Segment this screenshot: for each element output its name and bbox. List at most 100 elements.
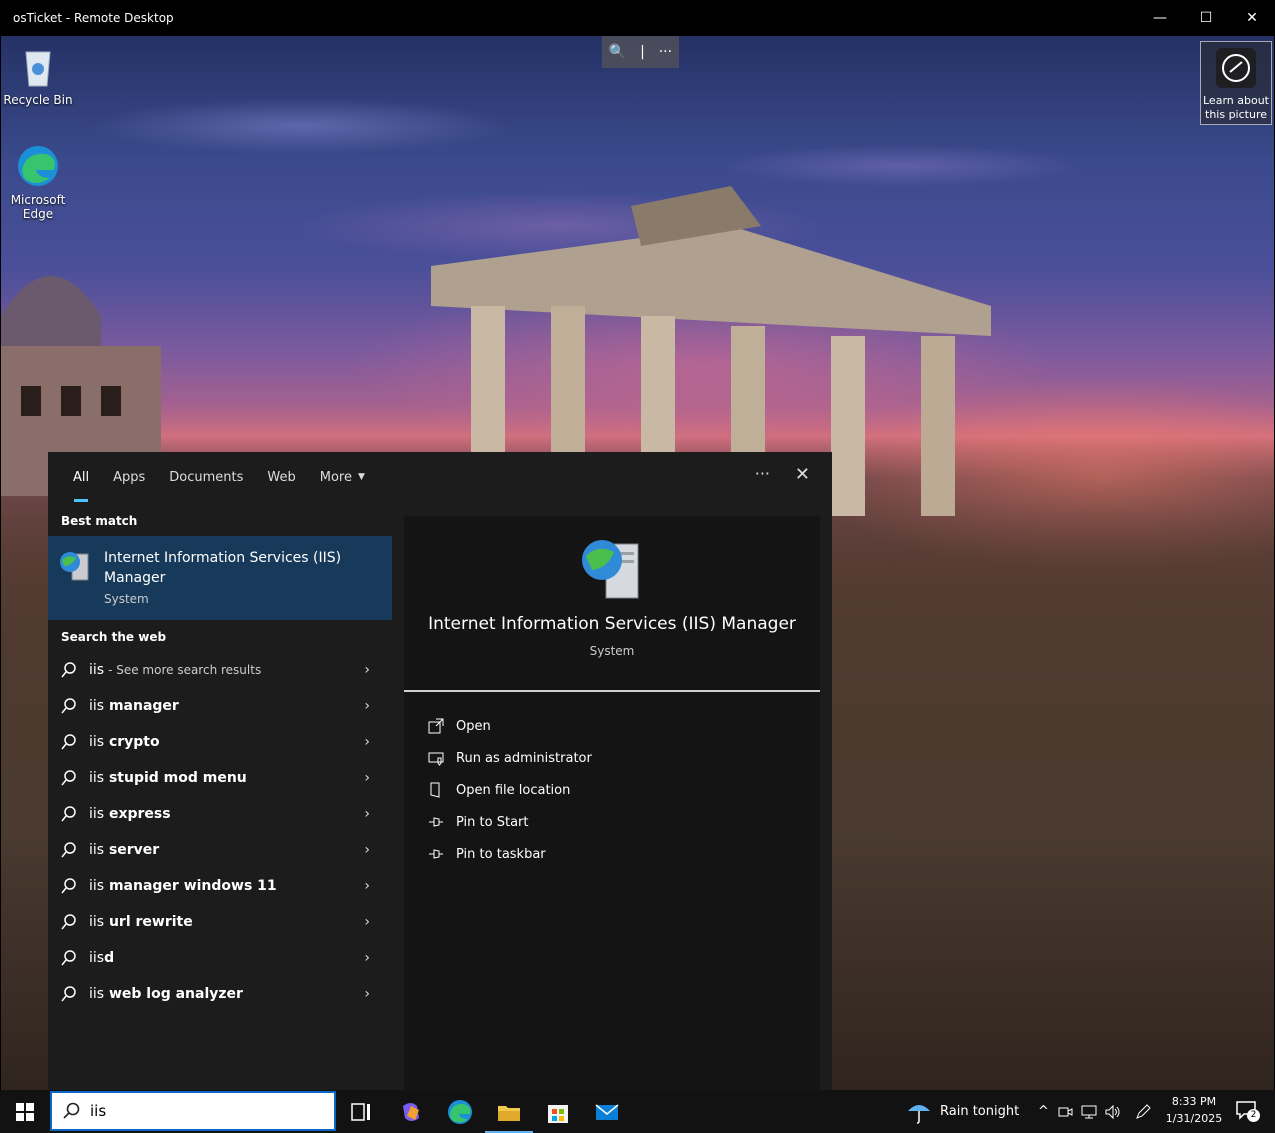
web-suggestion[interactable]: iis - See more search results › — [48, 652, 392, 688]
notification-count: 2 — [1247, 1109, 1260, 1122]
web-suggestion[interactable]: iis server › — [48, 832, 392, 868]
learn-about-picture[interactable]: Learn about this picture — [1200, 41, 1272, 125]
taskbar: Rain tonight ^ 8:33 PM 1/31/2025 2 — [0, 1090, 1275, 1133]
suggestion-query: iis express — [89, 806, 171, 822]
action-open[interactable]: Open — [404, 710, 820, 742]
chevron-right-icon: › — [364, 950, 370, 966]
results-column: Best match Internet Information Services… — [48, 502, 393, 1090]
web-suggestion[interactable]: iis crypto › — [48, 724, 392, 760]
edge-label: Microsoft Edge — [10, 193, 66, 221]
pin-icon — [429, 817, 443, 827]
suggestion-extra: - See more search results — [108, 663, 262, 677]
web-suggestion[interactable]: iis express › — [48, 796, 392, 832]
tab-apps[interactable]: Apps — [101, 452, 157, 502]
search-icon — [61, 986, 76, 1002]
meet-now-icon[interactable] — [1057, 1104, 1073, 1120]
clock[interactable]: 8:33 PM 1/31/2025 — [1162, 1093, 1226, 1127]
web-suggestion[interactable]: iis manager › — [48, 688, 392, 724]
clock-date: 1/31/2025 — [1165, 1112, 1223, 1125]
minimize-button[interactable]: — — [1137, 0, 1183, 36]
best-match-label: Best match — [61, 514, 138, 528]
start-button[interactable] — [0, 1090, 50, 1133]
folder-icon — [498, 1106, 520, 1121]
search-icon — [61, 806, 76, 822]
suggestion-query: iis manager — [89, 698, 179, 714]
notification-center-button[interactable]: 2 — [1236, 1100, 1260, 1122]
maximize-button[interactable]: ☐ — [1183, 0, 1229, 36]
suggestion-query: iis — [89, 662, 105, 678]
task-view-icon[interactable] — [347, 1098, 375, 1126]
suggestion-query: iis server — [89, 842, 160, 858]
system-tray: ^ — [1038, 1090, 1151, 1133]
network-icon[interactable] — [1081, 1104, 1097, 1120]
pen-icon[interactable] — [1135, 1103, 1151, 1120]
edge-icon — [18, 146, 58, 186]
file-explorer-button[interactable] — [485, 1098, 533, 1133]
action-open-file-location[interactable]: Open file location — [404, 774, 820, 806]
search-icon — [61, 914, 76, 930]
close-button[interactable]: ✕ — [1229, 0, 1275, 36]
web-suggestion[interactable]: iisd › — [48, 940, 392, 976]
search-icon — [61, 878, 76, 894]
chevron-right-icon: › — [364, 986, 370, 1002]
recycle-bin-label: Recycle Bin — [3, 93, 73, 107]
chevron-right-icon: › — [364, 698, 370, 714]
preview-pane: Internet Information Services (IIS) Mana… — [404, 516, 820, 1090]
weather-widget[interactable]: Rain tonight — [906, 1090, 1019, 1133]
action-pin-to-start[interactable]: Pin to Start — [404, 806, 820, 838]
window-title: osTicket - Remote Desktop — [13, 11, 174, 25]
recycle-bin-shortcut[interactable]: Recycle Bin — [1, 44, 75, 107]
zoom-icon[interactable]: 🔍 — [609, 44, 626, 60]
more-options-icon[interactable]: ··· — [659, 44, 672, 60]
tab-all[interactable]: All — [61, 452, 101, 502]
copilot-icon[interactable] — [397, 1098, 425, 1126]
umbrella-icon — [908, 1104, 930, 1124]
tab-more[interactable]: More ▼ — [308, 452, 377, 502]
search-tabs: All Apps Documents Web More ▼ ··· ✕ — [48, 452, 832, 502]
recycle-bin-icon — [25, 51, 51, 87]
chevron-right-icon: › — [364, 878, 370, 894]
volume-icon[interactable] — [1105, 1104, 1121, 1120]
action-run-as-admin[interactable]: Run as administrator — [404, 742, 820, 774]
tab-web[interactable]: Web — [255, 452, 307, 502]
shield-icon — [428, 752, 444, 766]
edge-shortcut[interactable]: Microsoft Edge — [1, 144, 75, 221]
zoom-separator: | — [640, 44, 645, 60]
tab-documents[interactable]: Documents — [157, 452, 255, 502]
web-suggestion[interactable]: iis manager windows 11 › — [48, 868, 392, 904]
best-match-subtitle: System — [104, 592, 149, 606]
search-icon — [61, 770, 76, 786]
remote-desktop-titlebar: osTicket - Remote Desktop — ☐ ✕ — [0, 0, 1275, 36]
suggestion-query: iis stupid mod menu — [89, 770, 247, 786]
taskbar-search-input[interactable] — [90, 1102, 320, 1120]
options-icon[interactable]: ··· — [755, 464, 770, 483]
tray-overflow-icon[interactable]: ^ — [1038, 1104, 1049, 1119]
web-suggestion[interactable]: iis stupid mod menu › — [48, 760, 392, 796]
preview-subtitle: System — [589, 644, 635, 658]
camera-icon — [1216, 48, 1256, 88]
wallpaper-church — [1, 276, 161, 496]
action-pin-to-taskbar[interactable]: Pin to taskbar — [404, 838, 820, 870]
web-suggestion[interactable]: iis url rewrite › — [48, 904, 392, 940]
taskbar-search-box[interactable] — [50, 1091, 336, 1131]
web-suggestion[interactable]: iis web log analyzer › — [48, 976, 392, 1012]
app-preview: Internet Information Services (IIS) Mana… — [404, 516, 820, 692]
iis-manager-icon — [60, 552, 89, 581]
chevron-right-icon: › — [364, 770, 370, 786]
edge-icon[interactable] — [446, 1098, 474, 1126]
remote-zoom-bar: 🔍 | ··· — [602, 36, 679, 68]
mail-icon[interactable] — [593, 1098, 621, 1126]
store-icon[interactable] — [544, 1098, 572, 1126]
clock-time: 8:33 PM — [1171, 1095, 1217, 1108]
chevron-right-icon: › — [364, 662, 370, 678]
best-match-title: Internet Information Services (IIS) Mana… — [104, 550, 342, 586]
file-location-icon — [430, 782, 440, 798]
search-icon — [61, 662, 76, 678]
best-match-result[interactable]: Internet Information Services (IIS) Mana… — [48, 536, 392, 620]
action-list: Open Run as administrator Open file loca… — [404, 692, 820, 870]
suggestion-query: iis url rewrite — [89, 914, 193, 930]
windows-logo-icon — [16, 1102, 34, 1121]
suggestion-query: iis web log analyzer — [89, 986, 243, 1002]
pin-icon — [429, 849, 443, 859]
close-search-icon[interactable]: ✕ — [795, 464, 810, 485]
